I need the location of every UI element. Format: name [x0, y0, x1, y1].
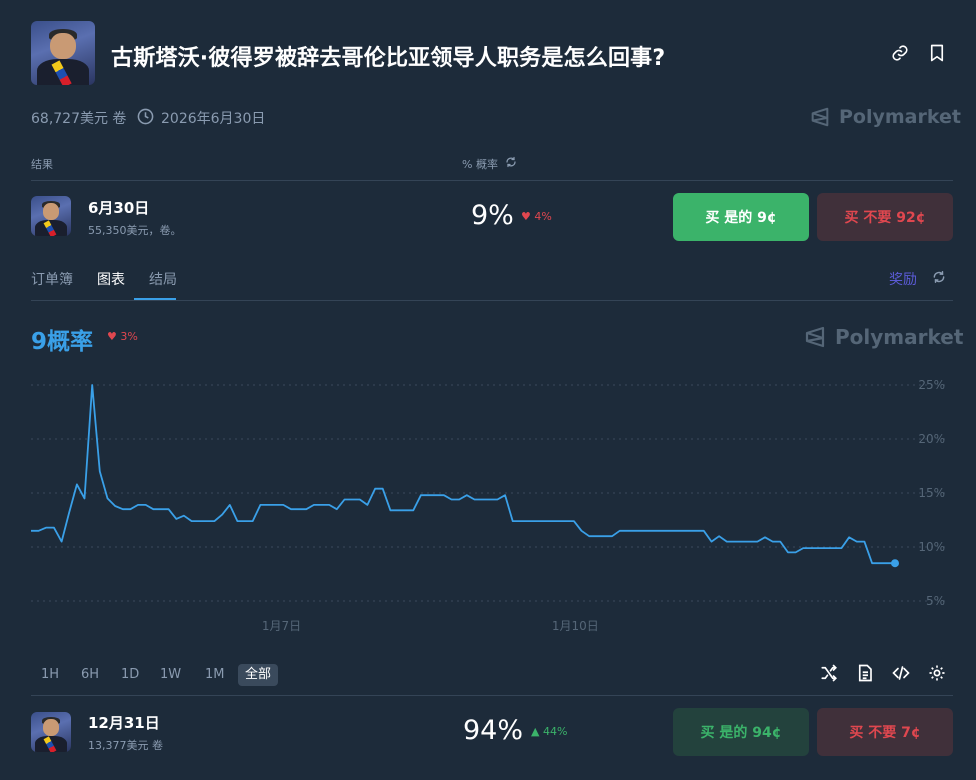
chart-brand-logo: Polymarket: [803, 325, 963, 349]
refresh-icon[interactable]: [505, 156, 517, 168]
volume-label: 68,727美元 卷: [31, 111, 127, 127]
document-icon[interactable]: [857, 664, 873, 682]
heart-down-icon: ♥: [107, 330, 117, 343]
tab-resolution[interactable]: 结局: [149, 269, 177, 289]
x-tick-label: 1月7日: [262, 619, 301, 633]
code-icon[interactable]: [892, 664, 910, 682]
table-divider: [31, 180, 953, 181]
x-tick-label: 1月10日: [552, 619, 599, 633]
chart-footer-divider: [31, 695, 953, 696]
outcome-name: 6月30日: [88, 199, 150, 217]
range-1W[interactable]: 1W: [153, 664, 188, 686]
probability-chart[interactable]: 25% 20% 15% 10% 5% 1月7日 1月10日: [0, 350, 976, 640]
clock-icon: [137, 108, 154, 125]
bookmark-icon[interactable]: [929, 44, 945, 62]
tab-chart[interactable]: 图表: [97, 269, 125, 289]
col-outcome-header: 结果: [31, 158, 53, 171]
triangle-up-icon: ▲: [531, 725, 540, 738]
range-1D[interactable]: 1D: [114, 664, 146, 686]
y-tick-label: 20%: [918, 432, 945, 446]
range-1H[interactable]: 1H: [34, 664, 66, 686]
series-line: [31, 384, 895, 565]
col-prob-header: % 概率: [462, 158, 498, 171]
y-tick-label: 25%: [918, 378, 945, 392]
outcome-probability: 9%: [471, 200, 514, 231]
outcome-change: ▲ 44%: [531, 725, 567, 738]
buy-no-button[interactable]: 买 不要 92¢: [817, 193, 953, 241]
outcome-probability: 94%: [463, 715, 524, 746]
outcome-name: 12月31日: [88, 714, 160, 732]
chart-change: ♥ 3%: [107, 330, 138, 343]
link-icon[interactable]: [891, 44, 909, 62]
range-1M[interactable]: 1M: [198, 664, 232, 686]
buy-yes-button[interactable]: 买 是的 9¢: [673, 193, 809, 241]
market-avatar: [31, 21, 95, 85]
y-tick-label: 5%: [926, 594, 945, 608]
heart-down-icon: ♥: [521, 210, 531, 223]
buy-no-button[interactable]: 买 不要 7¢: [817, 708, 953, 756]
brand-logo: Polymarket: [809, 106, 961, 128]
y-tick-label: 15%: [918, 486, 945, 500]
outcome-volume: 13,377美元 卷: [88, 739, 163, 752]
gear-icon[interactable]: [928, 664, 946, 682]
outcome-volume: 55,350美元，卷。: [88, 224, 182, 237]
chart-change-value: 3%: [120, 330, 138, 343]
brand-name: Polymarket: [839, 106, 961, 128]
chart-brand-name: Polymarket: [835, 325, 964, 349]
outcome-change: ♥ 4%: [521, 210, 552, 223]
current-point: [891, 559, 899, 568]
change-value: 4%: [534, 210, 552, 223]
tabs-divider: [31, 300, 953, 301]
page-title: 古斯塔沃·彼得罗被辞去哥伦比亚领导人职务是怎么回事?: [111, 46, 666, 71]
refresh-icon[interactable]: [932, 270, 946, 284]
tab-orderbook[interactable]: 订单簿: [31, 269, 73, 289]
shuffle-icon[interactable]: [820, 664, 838, 682]
y-tick-label: 10%: [918, 540, 945, 554]
range-6H[interactable]: 6H: [74, 664, 106, 686]
rewards-link[interactable]: 奖励: [889, 269, 917, 289]
change-value: 44%: [542, 725, 568, 738]
buy-yes-button[interactable]: 买 是的 94¢: [673, 708, 809, 756]
range-全部[interactable]: 全部: [238, 664, 279, 686]
outcome-avatar: [31, 196, 71, 236]
end-date: 2026年6月30日: [161, 111, 266, 127]
outcome-avatar: [31, 712, 71, 752]
